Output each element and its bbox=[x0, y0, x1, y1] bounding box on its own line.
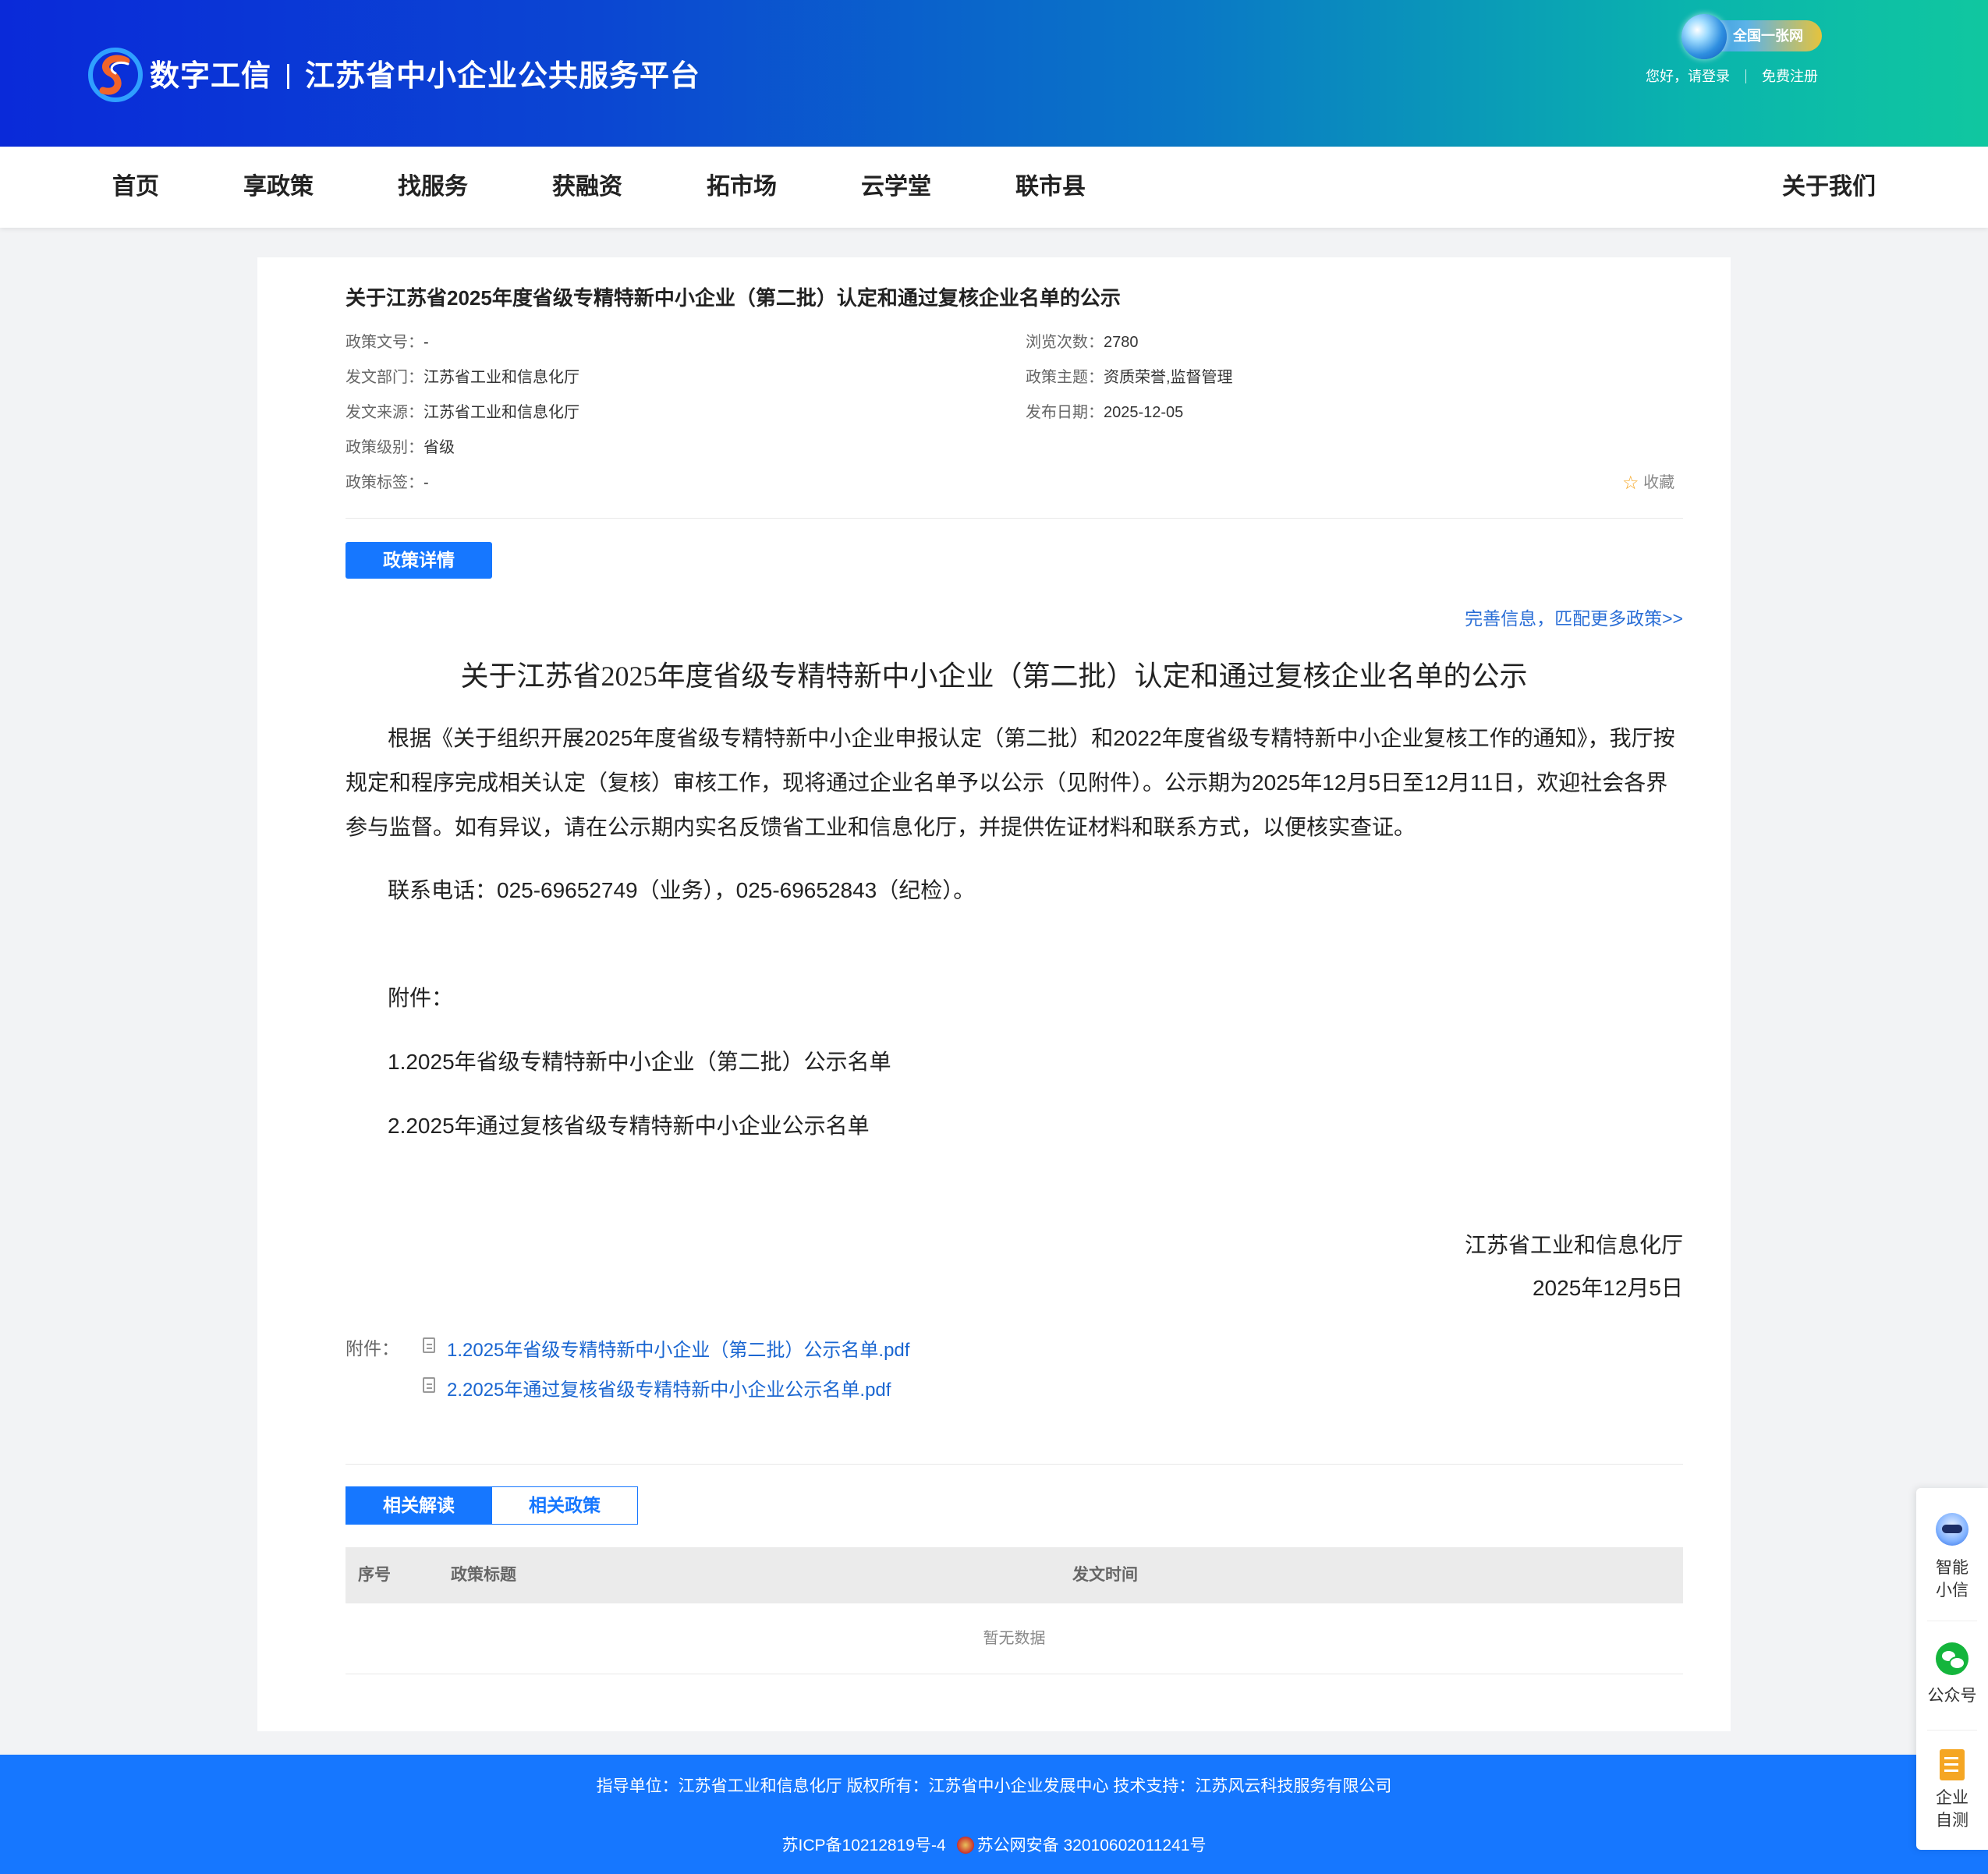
meta-publish-date: 发布日期：2025-12-05 bbox=[1026, 404, 1184, 421]
police-badge-icon bbox=[956, 1837, 974, 1854]
document-title: 关于江苏省2025年度省级专精特新中小企业（第二批）认定和通过复核企业名单的公示 bbox=[460, 661, 1528, 692]
policy-card: 关于江苏省2025年度省级专精特新中小企业（第二批）认定和通过复核企业名单的公示… bbox=[257, 257, 1731, 1731]
favorite-label: 收藏 bbox=[1643, 474, 1675, 491]
wechat-button[interactable]: 公众号 bbox=[1916, 1684, 1988, 1707]
main-nav: 首页 享政策 找服务 获融资 拓市场 云学堂 联市县 关于我们 bbox=[0, 147, 1988, 228]
brand-divider bbox=[287, 64, 290, 89]
meta-department: 发文部门：江苏省工业和信息化厅 bbox=[346, 369, 579, 386]
register-link[interactable]: 免费注册 bbox=[1762, 69, 1818, 84]
meta-tags: 政策标签：- bbox=[346, 474, 429, 491]
brand-name: 数字工信 bbox=[150, 60, 272, 93]
brand-title[interactable]: 数字工信 江苏省中小企业公共服务平台 bbox=[150, 51, 700, 94]
match-more-policies-link[interactable]: 完善信息，匹配更多政策>> bbox=[1465, 604, 1683, 630]
attachment-link-2[interactable]: 2.2025年通过复核省级专精特新中小企业公示名单.pdf bbox=[447, 1374, 891, 1401]
related-table-empty: 暂无数据 bbox=[983, 1630, 1046, 1647]
toolbar-divider bbox=[1927, 1730, 1977, 1731]
policy-title: 关于江苏省2025年度省级专精特新中小企业（第二批）认定和通过复核企业名单的公示 bbox=[346, 286, 1121, 310]
icp-link[interactable]: 苏ICP备10212819号-4 bbox=[782, 1837, 946, 1855]
column-publish-time: 发文时间 bbox=[1072, 1566, 1138, 1584]
file-icon bbox=[423, 1337, 435, 1353]
document-signature: 江苏省工业和信息化厅 bbox=[1464, 1233, 1683, 1257]
auth-links: 您好，请登录 免费注册 bbox=[1646, 66, 1818, 86]
meta-views: 浏览次数：2780 bbox=[1026, 334, 1139, 351]
police-record-link[interactable]: 苏公网安备 32010602011241号 bbox=[977, 1837, 1207, 1855]
column-policy-title: 政策标题 bbox=[451, 1566, 516, 1584]
document-attachment-heading: 附件： bbox=[388, 986, 454, 1010]
footer-credits: 指导单位：江苏省工业和信息化厅 版权所有：江苏省中小企业发展中心 技术支持：江苏… bbox=[596, 1777, 1392, 1795]
document-contact: 联系电话：025-69652749（业务），025-69652843（纪检）。 bbox=[388, 878, 976, 902]
tab-related-policies[interactable]: 相关政策 bbox=[491, 1486, 638, 1525]
favorite-button[interactable]: ☆ 收藏 bbox=[1622, 469, 1674, 494]
platform-name: 江苏省中小企业公共服务平台 bbox=[305, 60, 701, 93]
meta-level: 政策级别：省级 bbox=[346, 439, 455, 456]
nav-item-about[interactable]: 关于我们 bbox=[1782, 147, 1876, 228]
document-attachment-line-1: 1.2025年省级专精特新中小企业（第二批）公示名单 bbox=[388, 1050, 891, 1074]
attachments-label: 附件： bbox=[346, 1338, 399, 1359]
meta-topic: 政策主题：资质荣誉,监督管理 bbox=[1026, 369, 1233, 386]
assistant-label-line1: 智能 bbox=[1936, 1559, 1969, 1577]
star-icon: ☆ bbox=[1622, 473, 1639, 494]
assistant-button[interactable]: 智能 小信 bbox=[1916, 1557, 1988, 1602]
globe-icon[interactable] bbox=[1681, 14, 1727, 59]
column-index: 序号 bbox=[358, 1566, 391, 1584]
brand-logo-icon[interactable] bbox=[87, 47, 144, 103]
attachment-link-1[interactable]: 1.2025年省级专精特新中小企业（第二批）公示名单.pdf bbox=[447, 1334, 909, 1362]
nav-item-financing[interactable]: 获融资 bbox=[552, 147, 622, 228]
document-attachment-line-2: 2.2025年通过复核省级专精特新中小企业公示名单 bbox=[388, 1114, 870, 1138]
meta-doc-number: 政策文号：- bbox=[346, 334, 429, 351]
nav-item-services[interactable]: 找服务 bbox=[398, 147, 468, 228]
nav-item-home[interactable]: 首页 bbox=[112, 147, 159, 228]
meta-source: 发文来源：江苏省工业和信息化厅 bbox=[346, 404, 579, 421]
tab-related-interpretation[interactable]: 相关解读 bbox=[346, 1486, 492, 1525]
nav-item-policy[interactable]: 享政策 bbox=[243, 147, 314, 228]
site-footer: 指导单位：江苏省工业和信息化厅 版权所有：江苏省中小企业发展中心 技术支持：江苏… bbox=[0, 1755, 1988, 1874]
file-icon bbox=[423, 1377, 435, 1393]
section-divider bbox=[346, 1464, 1683, 1465]
policy-detail-tab[interactable]: 政策详情 bbox=[346, 542, 492, 579]
related-table-header: 序号 政策标题 发文时间 bbox=[346, 1547, 1683, 1603]
self-test-label-line2: 自测 bbox=[1936, 1812, 1969, 1830]
footer-record: 苏ICP备10212819号-4 苏公网安备 32010602011241号 bbox=[0, 1833, 1988, 1856]
nav-item-market[interactable]: 拓市场 bbox=[707, 147, 777, 228]
document-paragraph: 根据《关于组织开展2025年度省级专精特新中小企业申报认定（第二批）和2022年… bbox=[346, 726, 1675, 839]
meta-divider bbox=[346, 518, 1683, 519]
self-test-icon[interactable] bbox=[1940, 1749, 1965, 1780]
site-header: 数字工信 江苏省中小企业公共服务平台 全国一张网 您好，请登录 免费注册 bbox=[0, 0, 1988, 147]
robot-assistant-icon[interactable] bbox=[1936, 1513, 1969, 1546]
self-test-label-line1: 企业 bbox=[1936, 1789, 1969, 1807]
self-test-button[interactable]: 企业 自测 bbox=[1916, 1787, 1988, 1832]
wechat-icon[interactable] bbox=[1936, 1642, 1969, 1675]
login-link[interactable]: 您好，请登录 bbox=[1646, 69, 1730, 84]
document-date: 2025年12月5日 bbox=[1532, 1276, 1683, 1300]
auth-divider bbox=[1745, 69, 1746, 83]
nav-item-cities[interactable]: 联市县 bbox=[1015, 147, 1086, 228]
nav-item-academy[interactable]: 云学堂 bbox=[861, 147, 931, 228]
floating-toolbar: 智能 小信 公众号 企业 自测 bbox=[1916, 1488, 1988, 1850]
assistant-label-line2: 小信 bbox=[1936, 1582, 1969, 1599]
